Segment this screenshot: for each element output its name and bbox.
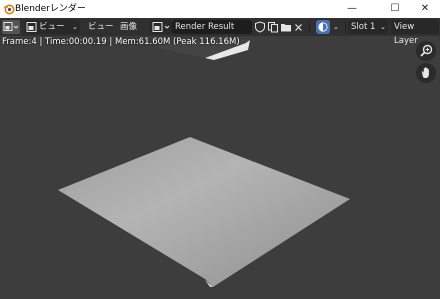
zoom-icon bbox=[420, 44, 433, 57]
header-separator bbox=[345, 21, 346, 33]
menu-image[interactable]: 画像 bbox=[120, 20, 137, 34]
close-window-button[interactable]: ✕ bbox=[412, 0, 438, 18]
slot-dropdown[interactable]: Slot 1 ⌄ bbox=[348, 20, 388, 34]
chevron-down-icon: ⌄ bbox=[333, 23, 339, 31]
blender-logo-icon bbox=[4, 4, 15, 15]
render-viewport[interactable] bbox=[0, 36, 440, 299]
maximize-button[interactable]: ☐ bbox=[382, 0, 408, 18]
view-mode-label: ビュー bbox=[39, 22, 65, 32]
image-type-icon bbox=[152, 22, 170, 32]
image-name-field[interactable]: Render Result bbox=[172, 20, 252, 34]
unlink-image-button[interactable] bbox=[293, 20, 304, 34]
image-view-icon bbox=[26, 22, 37, 32]
slot-label: Slot 1 bbox=[351, 22, 376, 32]
image-name-text: Render Result bbox=[175, 22, 235, 32]
display-channels-bg bbox=[316, 20, 330, 34]
rendered-plane bbox=[58, 137, 350, 287]
folder-icon bbox=[281, 24, 291, 32]
view-layer-dropdown[interactable]: View Layer bbox=[391, 20, 439, 46]
image-browse-button[interactable] bbox=[150, 20, 172, 34]
editor-type-icon bbox=[3, 22, 19, 31]
display-channels-dropdown[interactable]: ⌄ bbox=[316, 20, 344, 34]
zoom-button[interactable] bbox=[416, 41, 436, 61]
minimize-button[interactable]: — bbox=[339, 0, 365, 18]
menu-view[interactable]: ビュー bbox=[88, 20, 114, 34]
fake-user-button[interactable] bbox=[254, 20, 266, 34]
new-image-button[interactable] bbox=[267, 20, 279, 34]
open-image-button[interactable] bbox=[280, 20, 292, 34]
render-info-text: Frame:4 | Time:00:00.19 | Mem:61.60M (Pe… bbox=[2, 37, 240, 47]
image-editor-header: ビュー ⌄ ビュー 画像 Render Result ⌄ Slot 1 ⌄ Vi… bbox=[0, 18, 440, 46]
window-title: Blenderレンダー bbox=[15, 4, 86, 14]
editor-type-button[interactable] bbox=[2, 20, 20, 34]
close-icon bbox=[295, 24, 302, 31]
window-titlebar: Blenderレンダー — ☐ ✕ bbox=[0, 0, 440, 18]
chevron-down-icon: ⌄ bbox=[380, 23, 386, 31]
display-channels-icon bbox=[318, 22, 328, 32]
hand-icon bbox=[421, 67, 429, 78]
chevron-down-icon: ⌄ bbox=[72, 23, 78, 31]
shield-icon bbox=[255, 21, 265, 33]
duplicate-icon bbox=[268, 22, 278, 33]
pan-button[interactable] bbox=[416, 63, 436, 83]
view-mode-dropdown[interactable]: ビュー ⌄ bbox=[24, 20, 80, 34]
header-separator bbox=[309, 21, 310, 33]
